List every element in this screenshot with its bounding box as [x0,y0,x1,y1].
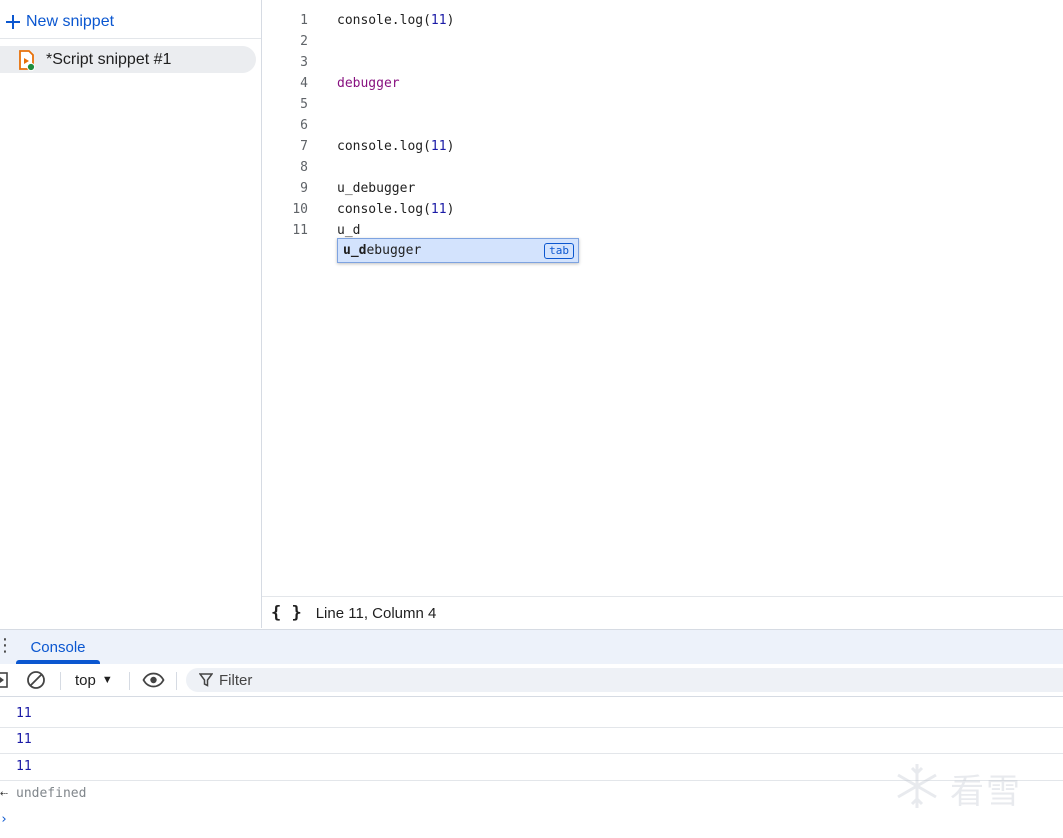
code-line: 4 debugger [262,73,1063,94]
line-number: 1 [300,13,308,28]
line-number: 5 [300,97,308,112]
code-line: 10 console.log(11) [262,199,1063,220]
cursor-position: Line 11, Column 4 [315,604,437,622]
code-line: 9 u_debugger [262,178,1063,199]
code-line: 3 [262,52,1063,73]
line-code: debugger [337,76,400,91]
line-number: 3 [300,55,308,70]
code-line: 2 [262,31,1063,52]
code-line: 7 console.log(11) [262,136,1063,157]
new-snippet-label: New snippet [26,12,115,30]
sidebar-toggle-icon[interactable] [0,664,10,696]
line-number: 2 [300,34,308,49]
clear-console-icon[interactable] [26,664,46,696]
more-tools-icon[interactable]: ⋮ [0,636,14,654]
tab-hint-badge: tab [544,242,574,259]
snippets-sidebar: New snippet *Script snippet #1 [0,0,262,628]
line-number: 8 [300,160,308,175]
snippet-item[interactable]: *Script snippet #1 [0,46,256,73]
console-prompt-icon[interactable]: › [0,812,8,827]
line-number: 4 [300,76,308,91]
code-editor[interactable]: 1 console.log(11) 2 3 4 debugger 5 6 7 c… [262,0,1063,596]
eye-icon[interactable] [142,664,165,696]
toolbar-divider [129,672,130,690]
tab-console[interactable]: Console [16,630,100,664]
snippet-file-icon [16,49,38,71]
console-message-value: 11 [16,759,32,774]
line-number: 11 [292,223,308,238]
code-line: 5 [262,94,1063,115]
plus-icon [0,9,26,35]
console-message: 11 [0,727,1063,754]
autocomplete-text: u_debugger [343,243,422,258]
pretty-print-button[interactable]: { } [271,603,302,623]
editor-status-bar: { } Line 11, Column 4 [262,596,1063,629]
watermark: 看雪 [892,760,1052,816]
filter-input[interactable]: Filter [186,668,1063,692]
autocomplete-suggestion[interactable]: u_debugger tab [337,238,579,263]
new-snippet-button[interactable]: New snippet [0,5,261,39]
line-code: console.log(11) [337,202,455,217]
code-line: 8 [262,157,1063,178]
watermark-text: 看雪 [950,772,1022,811]
snowflake-logo-icon [892,761,942,816]
line-code: console.log(11) [337,13,455,28]
dropdown-arrow-icon: ▼ [101,674,113,686]
code-line: 6 [262,115,1063,136]
line-code: u_debugger [337,181,416,196]
line-code: console.log(11) [337,139,455,154]
line-number: 7 [300,139,308,154]
return-arrow-icon: ⇠ [0,786,8,801]
console-toolbar: top ▼ Filter [0,664,1063,697]
console-message-value: 11 [16,706,32,721]
toolbar-divider [60,672,61,690]
drawer-tabbar: ⋮ Console [0,629,1063,665]
return-value: undefined [16,786,87,801]
line-number: 10 [292,202,308,217]
filter-icon [199,673,213,687]
line-number: 6 [300,118,308,133]
snippet-label: *Script snippet #1 [46,50,172,68]
line-number: 9 [300,181,308,196]
code-line: 1 console.log(11) [262,10,1063,31]
filter-placeholder: Filter [219,671,253,689]
console-message-value: 11 [16,732,32,747]
context-label: top [75,671,96,689]
context-selector[interactable]: top ▼ [75,664,113,696]
toolbar-divider [176,672,177,690]
console-message: 11 [0,701,1063,728]
